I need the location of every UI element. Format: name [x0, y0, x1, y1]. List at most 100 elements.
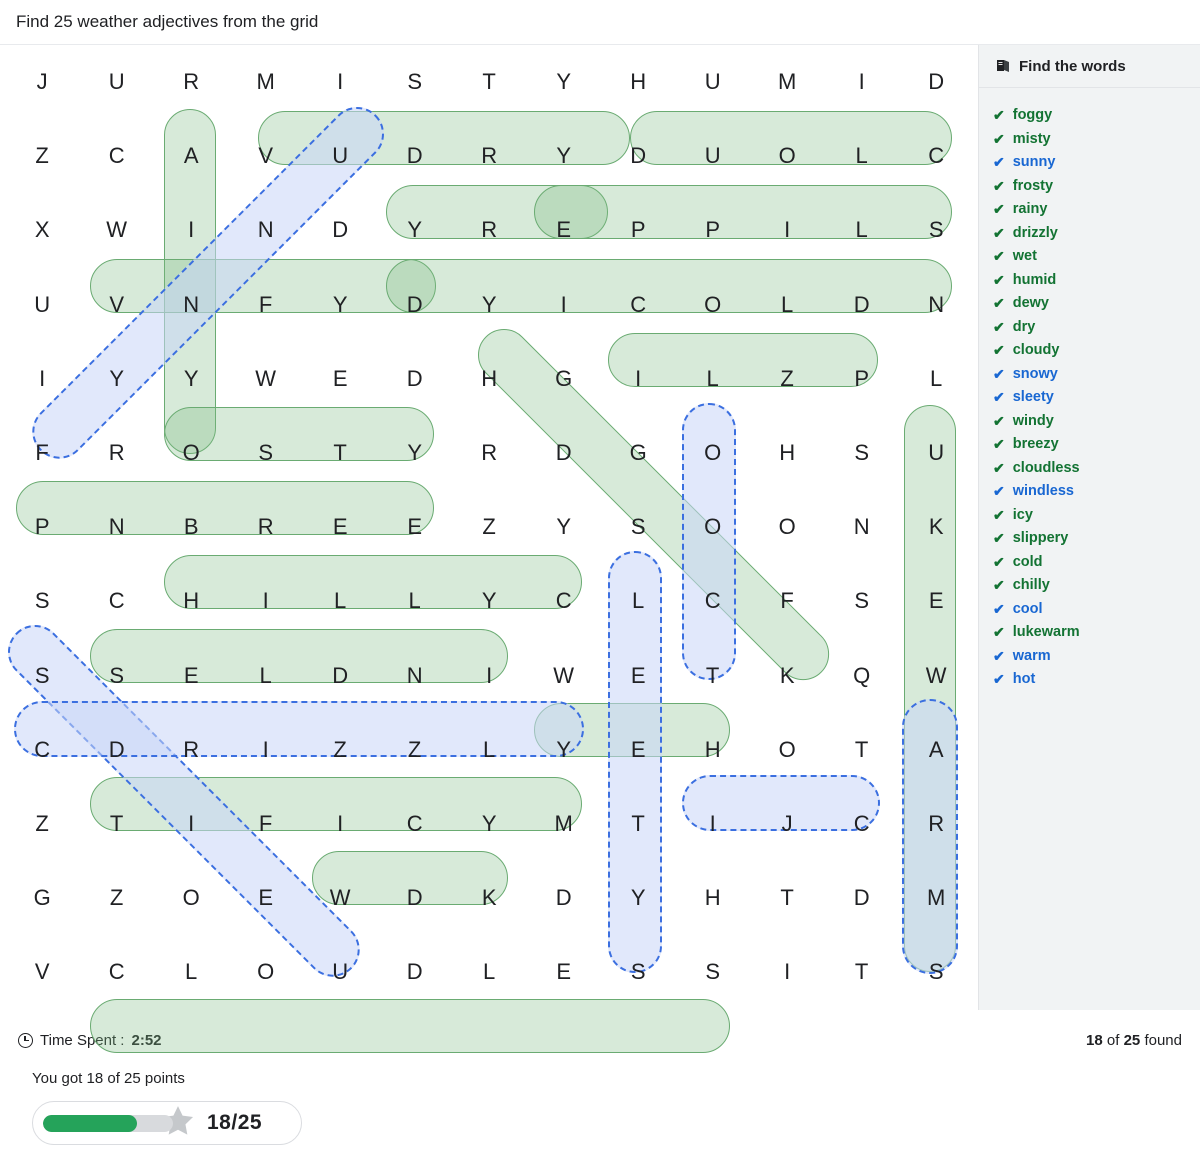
word-list-item[interactable]: ✔ drizzly: [993, 225, 1200, 241]
word-list-item[interactable]: ✔ misty: [993, 131, 1200, 147]
grid-cell[interactable]: C: [601, 268, 676, 342]
grid-cell[interactable]: Q: [825, 639, 900, 713]
grid-cell[interactable]: N: [154, 268, 229, 342]
grid-cell[interactable]: K: [452, 861, 527, 935]
grid-cell[interactable]: L: [676, 342, 751, 416]
grid-cell[interactable]: Z: [750, 342, 825, 416]
grid-cell[interactable]: R: [154, 713, 229, 787]
word-list-item[interactable]: ✔ lukewarm: [993, 625, 1200, 640]
grid-cell[interactable]: S: [5, 639, 80, 713]
grid-cell[interactable]: N: [378, 639, 453, 713]
grid-cell[interactable]: U: [5, 268, 80, 342]
grid-cell[interactable]: T: [303, 416, 378, 490]
word-list-item[interactable]: ✔ cloudy: [993, 343, 1200, 358]
grid-cell[interactable]: W: [229, 342, 304, 416]
grid-cell[interactable]: I: [229, 564, 304, 638]
word-list-item[interactable]: ✔ sunny: [993, 155, 1200, 170]
grid-cell[interactable]: K: [899, 490, 974, 564]
grid-cell[interactable]: H: [676, 713, 751, 787]
word-list-item[interactable]: ✔ dewy: [993, 296, 1200, 311]
grid-cell[interactable]: I: [303, 45, 378, 119]
grid-cell[interactable]: I: [229, 713, 304, 787]
word-list-item[interactable]: ✔ windy: [993, 413, 1200, 429]
grid-cell[interactable]: D: [378, 119, 453, 193]
grid-cell[interactable]: C: [825, 787, 900, 861]
grid-cell[interactable]: I: [750, 935, 825, 1009]
grid-cell[interactable]: C: [5, 713, 80, 787]
grid-cell[interactable]: V: [5, 935, 80, 1009]
grid-cell[interactable]: F: [229, 787, 304, 861]
grid-cell[interactable]: L: [825, 193, 900, 267]
grid-cell[interactable]: E: [527, 935, 602, 1009]
grid-cell[interactable]: I: [303, 787, 378, 861]
grid-cell[interactable]: S: [899, 193, 974, 267]
grid-cell[interactable]: D: [527, 416, 602, 490]
grid-cell[interactable]: S: [601, 490, 676, 564]
grid-cell[interactable]: Y: [303, 268, 378, 342]
grid-cell[interactable]: O: [750, 713, 825, 787]
grid-cell[interactable]: Z: [303, 713, 378, 787]
word-list-item[interactable]: ✔ icy: [993, 507, 1200, 523]
grid-cell[interactable]: O: [676, 268, 751, 342]
grid-cell[interactable]: T: [750, 861, 825, 935]
grid-cell[interactable]: R: [452, 119, 527, 193]
grid-cell[interactable]: S: [229, 416, 304, 490]
grid-cell[interactable]: I: [154, 787, 229, 861]
grid-cell[interactable]: I: [825, 45, 900, 119]
grid-cell[interactable]: Y: [527, 45, 602, 119]
grid-cell[interactable]: F: [5, 416, 80, 490]
grid-cell[interactable]: Y: [80, 342, 155, 416]
word-list-item[interactable]: ✔ slippery: [993, 531, 1200, 546]
grid-cell[interactable]: Y: [154, 342, 229, 416]
grid-cell[interactable]: Y: [527, 119, 602, 193]
grid-cell[interactable]: Y: [601, 861, 676, 935]
grid-cell[interactable]: I: [676, 787, 751, 861]
word-list-item[interactable]: ✔ humid: [993, 272, 1200, 288]
grid-cell[interactable]: R: [452, 193, 527, 267]
grid-cell[interactable]: L: [452, 935, 527, 1009]
grid-cell[interactable]: D: [527, 861, 602, 935]
word-list-item[interactable]: ✔ cold: [993, 554, 1200, 570]
grid-cell[interactable]: T: [676, 639, 751, 713]
grid-cell[interactable]: P: [676, 193, 751, 267]
word-list-item[interactable]: ✔ cool: [993, 601, 1200, 617]
grid-cell[interactable]: S: [825, 564, 900, 638]
grid-cell[interactable]: I: [527, 268, 602, 342]
grid-cell[interactable]: G: [5, 861, 80, 935]
grid-cell[interactable]: L: [452, 713, 527, 787]
grid-cell[interactable]: E: [378, 490, 453, 564]
grid-cell[interactable]: N: [80, 490, 155, 564]
grid-panel[interactable]: JURMISTYHUMIDZCAVUDRYDUOLCXWINDYREPPILSU…: [0, 45, 978, 1053]
grid-cell[interactable]: E: [527, 193, 602, 267]
grid-cell[interactable]: P: [825, 342, 900, 416]
word-list[interactable]: ✔ foggy ✔ misty ✔ sunny ✔ frosty ✔ rainy ✔ drizzly ✔…: [979, 88, 1200, 687]
grid-cell[interactable]: S: [676, 935, 751, 1009]
grid-cell[interactable]: E: [154, 639, 229, 713]
word-list-item[interactable]: ✔ cloudless: [993, 460, 1200, 476]
grid-cell[interactable]: T: [825, 935, 900, 1009]
grid-cell[interactable]: F: [229, 268, 304, 342]
word-list-item[interactable]: ✔ breezy: [993, 437, 1200, 452]
grid-cell[interactable]: M: [750, 45, 825, 119]
grid-cell[interactable]: L: [750, 268, 825, 342]
grid-cell[interactable]: U: [676, 119, 751, 193]
grid-cell[interactable]: E: [303, 490, 378, 564]
grid-cell[interactable]: A: [154, 119, 229, 193]
word-list-item[interactable]: ✔ foggy: [993, 108, 1200, 123]
grid-cell[interactable]: D: [601, 119, 676, 193]
word-list-item[interactable]: ✔ sleety: [993, 390, 1200, 405]
grid-cell[interactable]: N: [899, 268, 974, 342]
grid-cell[interactable]: U: [899, 416, 974, 490]
grid-cell[interactable]: L: [825, 119, 900, 193]
grid-cell[interactable]: I: [154, 193, 229, 267]
grid-cell[interactable]: S: [80, 639, 155, 713]
grid-cell[interactable]: K: [750, 639, 825, 713]
grid-cell[interactable]: E: [899, 564, 974, 638]
grid-cell[interactable]: O: [750, 490, 825, 564]
grid-cell[interactable]: V: [80, 268, 155, 342]
grid-cell[interactable]: G: [601, 416, 676, 490]
grid-cell[interactable]: Y: [452, 787, 527, 861]
grid-cell[interactable]: E: [303, 342, 378, 416]
word-list-item[interactable]: ✔ rainy: [993, 202, 1200, 217]
grid-cell[interactable]: U: [303, 119, 378, 193]
